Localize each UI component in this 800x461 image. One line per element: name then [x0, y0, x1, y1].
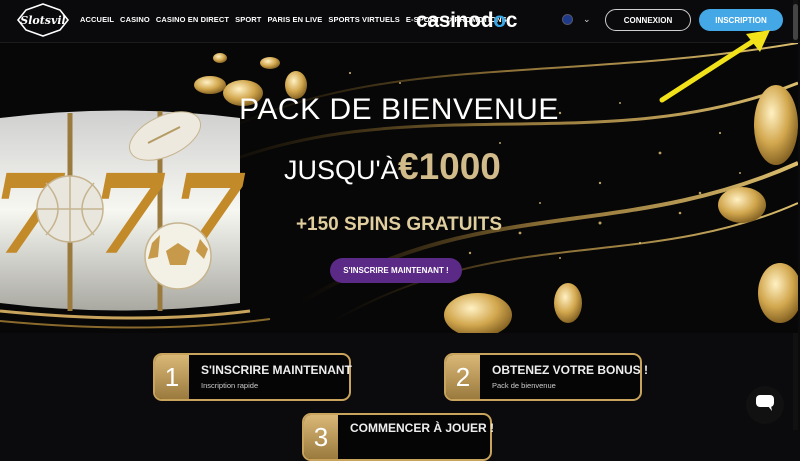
brand-text-2: o: [493, 9, 506, 32]
nav-casino[interactable]: CASINO: [120, 15, 150, 24]
chat-bubble-icon: [755, 394, 775, 417]
step-title: S'INSCRIRE MAINTENANT: [201, 363, 352, 377]
nav-paris-en-live[interactable]: PARIS EN LIVE: [267, 15, 322, 24]
step-number: 2: [446, 355, 480, 399]
nav-accueil[interactable]: ACCUEIL: [80, 15, 114, 24]
step-subtitle: Pack de bienvenue: [492, 381, 556, 390]
nav-sport[interactable]: SPORT: [235, 15, 261, 24]
logo-text: Slotsvil: [20, 14, 65, 27]
step-number: 3: [304, 415, 338, 459]
hero-upto-label: JUSQU'À: [284, 155, 399, 185]
hero-bonus-amount: €1000: [398, 146, 501, 187]
step-card-3[interactable]: 3 COMMENCER À JOUER !: [302, 413, 495, 461]
step-card-1[interactable]: 1 S'INSCRIRE MAINTENANT Inscription rapi…: [153, 353, 352, 401]
hero-free-spins: +150 SPINS GRATUITS: [295, 214, 503, 235]
step-card-2[interactable]: 2 OBTENEZ VOTRE BONUS ! Pack de bienvenu…: [444, 353, 648, 401]
scrollbar-thumb[interactable]: [793, 4, 798, 40]
chat-widget-button[interactable]: [746, 386, 784, 424]
slotsvil-logo[interactable]: Slotsvil: [16, 2, 70, 38]
brand-text-1: casinod: [416, 9, 494, 32]
step-title: COMMENCER À JOUER !: [350, 421, 495, 435]
language-selector[interactable]: ⌄: [562, 14, 591, 25]
casinodoc-brand[interactable]: casinodoc: [416, 9, 517, 33]
signup-now-button[interactable]: S'INSCRIRE MAINTENANT !: [330, 258, 462, 283]
step-subtitle: Inscription rapide: [201, 381, 259, 390]
step-title: OBTENEZ VOTRE BONUS !: [492, 363, 649, 377]
brand-text-3: c: [505, 9, 518, 32]
nav-sports-virtuels[interactable]: SPORTS VIRTUELS: [328, 15, 400, 24]
step-number: 1: [155, 355, 189, 399]
annotation-arrow-icon: [659, 30, 770, 103]
flag-icon: [562, 14, 573, 25]
chevron-down-icon: ⌄: [583, 14, 591, 24]
nav-casino-en-direct[interactable]: CASINO EN DIRECT: [156, 15, 229, 24]
